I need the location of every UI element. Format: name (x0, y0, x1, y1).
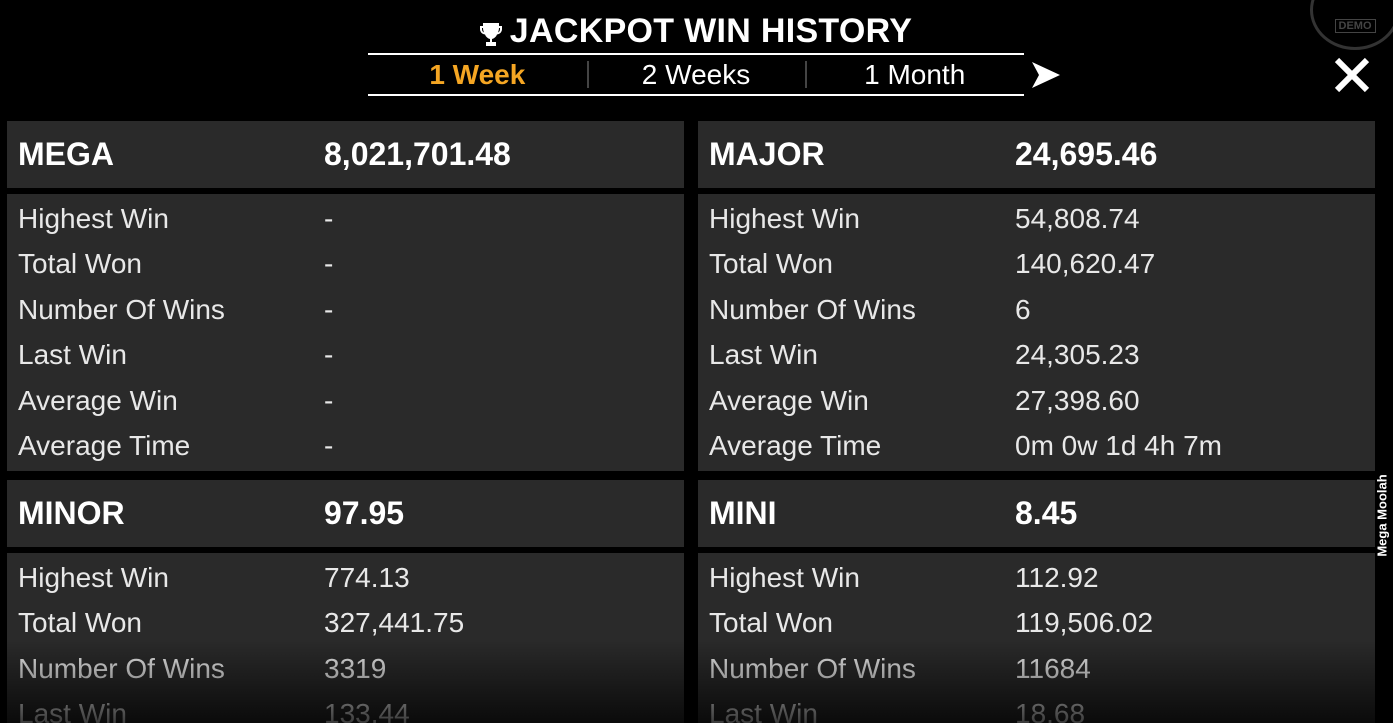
stat-label: Number Of Wins (18, 652, 225, 684)
jackpot-name: MEGA (18, 136, 114, 172)
stat-row: Last Win - (7, 333, 684, 379)
stat-row: Average Time 0m 0w 1d 4h 7m (698, 424, 1375, 470)
stat-label: Average Win (18, 384, 178, 416)
panel-stats: Highest Win - Total Won - Number Of Wins… (7, 194, 684, 471)
stat-value: - (324, 339, 334, 371)
stat-value: 27,398.60 (1015, 384, 1140, 416)
stat-label: Number Of Wins (709, 293, 916, 325)
stat-value: 3319 (324, 652, 387, 684)
stat-value: - (324, 293, 334, 325)
stat-row: Last Win 133.44 (7, 692, 684, 723)
jackpot-amount: 8,021,701.48 (324, 136, 511, 172)
stat-label: Average Time (18, 430, 191, 462)
stat-label: Average Win (709, 384, 869, 416)
stat-value: 6 (1015, 293, 1031, 325)
stat-label: Last Win (18, 339, 127, 371)
page-title: JACKPOT WIN HISTORY (368, 10, 1024, 52)
stat-row: Number Of Wins 3319 (7, 646, 684, 692)
stat-value: 18.68 (1015, 698, 1086, 723)
panel-stats: Highest Win 54,808.74 Total Won 140,620.… (698, 194, 1375, 471)
right-arrow-icon[interactable] (1030, 60, 1062, 90)
stat-label: Highest Win (18, 202, 169, 234)
tab-2-weeks[interactable]: 2 Weeks (586, 55, 806, 94)
stat-value: 112.92 (1015, 561, 1099, 593)
stat-label: Last Win (709, 339, 818, 371)
stat-label: Total Won (18, 607, 142, 639)
stat-row: Average Win - (7, 378, 684, 424)
stat-row: Last Win 18.68 (698, 692, 1375, 723)
stat-value: - (324, 384, 334, 416)
period-tabs: 1 Week 2 Weeks 1 Month (368, 53, 1024, 96)
stat-value: 119,506.02 (1015, 607, 1154, 639)
stat-value: 24,305.23 (1015, 339, 1140, 371)
stat-row: Number Of Wins 6 (698, 287, 1375, 333)
stat-row: Total Won 327,441.75 (7, 601, 684, 647)
stat-row: Number Of Wins - (7, 287, 684, 333)
panel-header: MAJOR 24,695.46 (698, 121, 1375, 188)
stat-label: Total Won (709, 248, 833, 280)
jackpot-panel-major: MAJOR 24,695.46 Highest Win 54,808.74 To… (698, 121, 1375, 471)
jackpot-panel-minor: MINOR 97.95 Highest Win 774.13 Total Won… (7, 480, 684, 723)
stat-label: Number Of Wins (709, 652, 916, 684)
tab-1-week[interactable]: 1 Week (368, 55, 587, 94)
stat-row: Total Won - (7, 242, 684, 288)
stat-value: 774.13 (324, 561, 410, 593)
stat-label: Last Win (709, 698, 818, 723)
jackpot-panel-mini: MINI 8.45 Highest Win 112.92 Total Won 1… (698, 480, 1375, 723)
stat-label: Highest Win (18, 561, 169, 593)
stat-value: - (324, 248, 334, 280)
stat-row: Highest Win 774.13 (7, 555, 684, 601)
stat-value: 133.44 (324, 698, 410, 723)
stat-row: Average Win 27,398.60 (698, 378, 1375, 424)
stat-value: 0m 0w 1d 4h 7m (1015, 430, 1222, 462)
stat-row: Last Win 24,305.23 (698, 333, 1375, 379)
jackpot-amount: 97.95 (324, 495, 405, 531)
stat-label: Total Won (709, 607, 833, 639)
stat-row: Highest Win 54,808.74 (698, 196, 1375, 242)
panel-stats: Highest Win 774.13 Total Won 327,441.75 … (7, 553, 684, 723)
stat-value: 54,808.74 (1015, 202, 1140, 234)
stat-label: Highest Win (709, 202, 860, 234)
page-title-text: JACKPOT WIN HISTORY (509, 11, 913, 50)
tab-1-month[interactable]: 1 Month (805, 55, 1024, 94)
panel-header: MINOR 97.95 (7, 480, 684, 547)
stat-label: Average Time (709, 430, 882, 462)
stat-value: - (324, 202, 334, 234)
game-name-label: Mega Moolah (1373, 460, 1391, 570)
stat-label: Last Win (18, 698, 127, 723)
demo-badge-text: DEMO (1334, 19, 1376, 33)
game-name-text: Mega Moolah (1374, 473, 1390, 557)
stat-value: 140,620.47 (1015, 248, 1156, 280)
stat-value: 327,441.75 (324, 607, 465, 639)
jackpot-amount: 24,695.46 (1015, 136, 1158, 172)
panel-stats: Highest Win 112.92 Total Won 119,506.02 … (698, 553, 1375, 723)
stat-row: Total Won 140,620.47 (698, 242, 1375, 288)
close-icon[interactable] (1333, 56, 1371, 94)
panel-header: MINI 8.45 (698, 480, 1375, 547)
stat-row: Average Time - (7, 424, 684, 470)
stat-row: Highest Win - (7, 196, 684, 242)
jackpot-panel-mega: MEGA 8,021,701.48 Highest Win - Total Wo… (7, 121, 684, 471)
trophy-icon (479, 18, 502, 46)
stat-value: 11684 (1015, 652, 1091, 684)
jackpot-history-screen: DEMO JACKPOT WIN HISTORY 1 Week 2 Weeks … (0, 0, 1393, 723)
stat-row: Highest Win 112.92 (698, 555, 1375, 601)
jackpot-name: MINOR (18, 495, 125, 531)
jackpot-name: MAJOR (709, 136, 825, 172)
panel-header: MEGA 8,021,701.48 (7, 121, 684, 188)
stat-label: Total Won (18, 248, 142, 280)
stat-value: - (324, 430, 334, 462)
demo-badge: DEMO (1310, 0, 1393, 50)
stat-row: Number Of Wins 11684 (698, 646, 1375, 692)
stat-row: Total Won 119,506.02 (698, 601, 1375, 647)
stat-label: Highest Win (709, 561, 860, 593)
jackpot-name: MINI (709, 495, 777, 531)
jackpot-amount: 8.45 (1015, 495, 1078, 531)
stat-label: Number Of Wins (18, 293, 225, 325)
